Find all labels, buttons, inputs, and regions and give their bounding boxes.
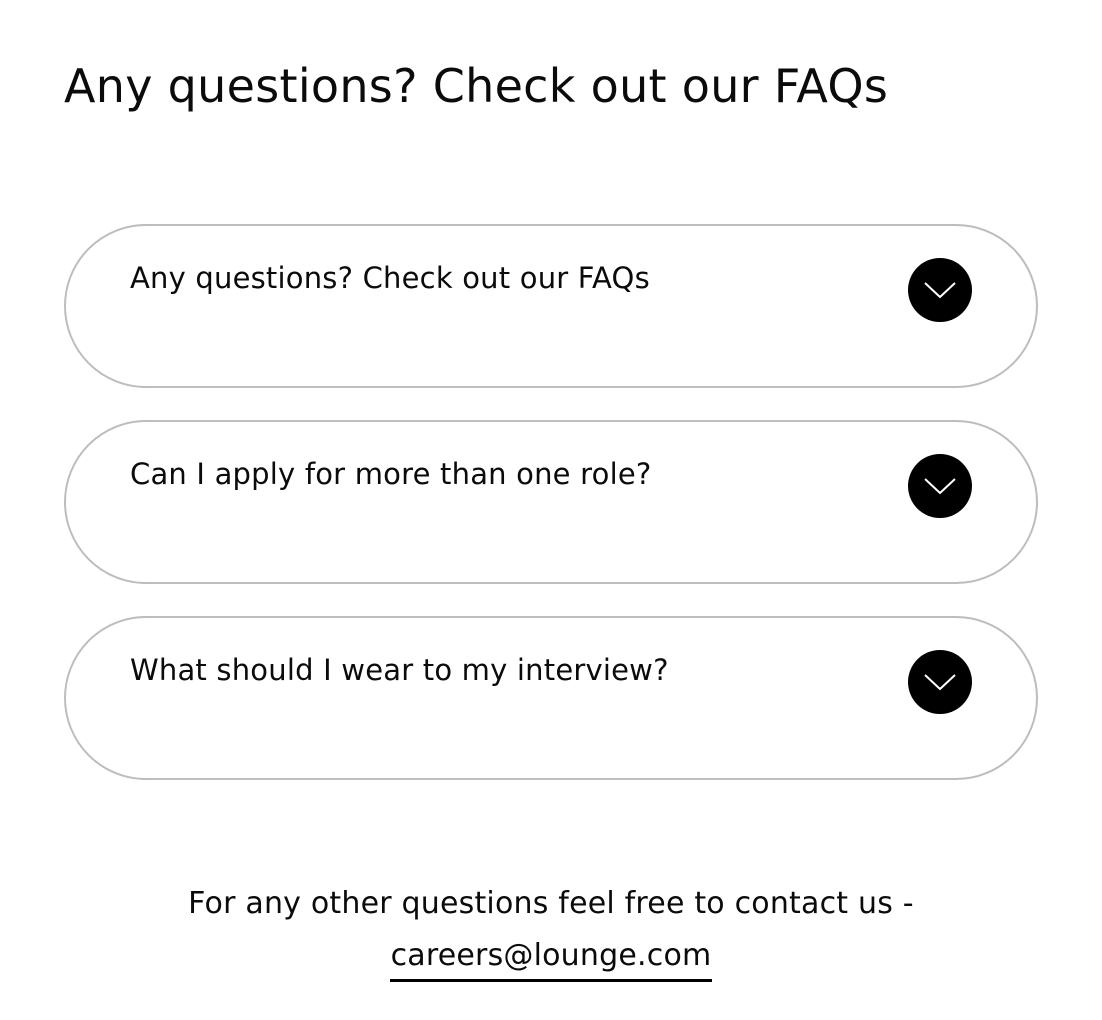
- faq-expand-button[interactable]: [908, 258, 972, 322]
- faq-expand-button[interactable]: [908, 650, 972, 714]
- contact-section: For any other questions feel free to con…: [0, 878, 1102, 982]
- faq-expand-button[interactable]: [908, 454, 972, 518]
- faq-question: What should I wear to my interview?: [130, 653, 669, 687]
- chevron-down-icon: [924, 674, 956, 691]
- contact-text: For any other questions feel free to con…: [188, 886, 914, 921]
- faq-question: Can I apply for more than one role?: [130, 457, 652, 491]
- contact-email-link[interactable]: careers@lounge.com: [389, 933, 713, 982]
- chevron-down-icon: [924, 282, 956, 299]
- faq-item[interactable]: Can I apply for more than one role?: [64, 420, 1038, 584]
- faq-list: Any questions? Check out our FAQs Can I …: [64, 224, 1038, 812]
- faq-question: Any questions? Check out our FAQs: [130, 261, 650, 295]
- chevron-down-icon: [924, 478, 956, 495]
- faq-item[interactable]: What should I wear to my interview?: [64, 616, 1038, 780]
- faq-item[interactable]: Any questions? Check out our FAQs: [64, 224, 1038, 388]
- page-title: Any questions? Check out our FAQs: [64, 59, 889, 113]
